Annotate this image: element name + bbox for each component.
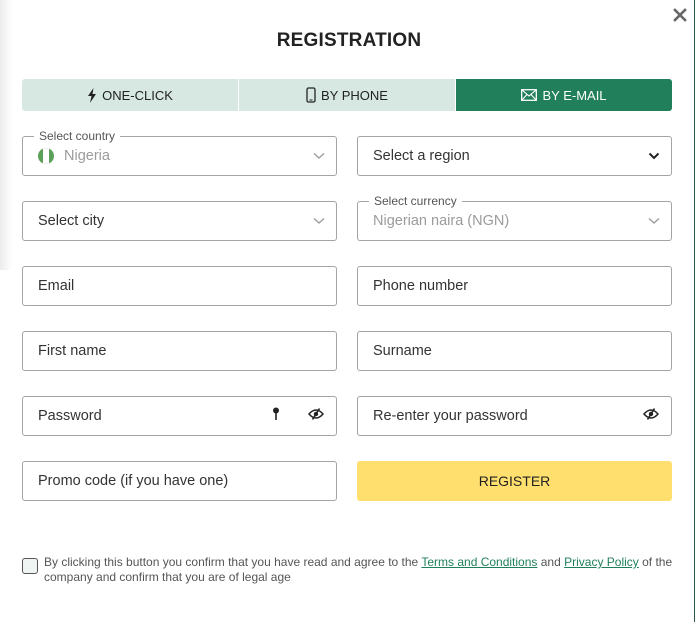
page-title: REGISTRATION [276, 30, 422, 51]
region-select[interactable]: Select a region [357, 136, 672, 176]
region-placeholder: Select a region [373, 148, 470, 164]
tab-label: ONE-CLICK [102, 87, 173, 103]
tab-label: BY E-MAIL [542, 87, 607, 103]
surname-placeholder: Surname [373, 343, 432, 359]
email-field[interactable]: Email [22, 266, 337, 306]
lightning-icon [88, 87, 97, 103]
currency-legend: Select currency [369, 194, 462, 208]
tab-by-phone[interactable]: BY PHONE [238, 79, 455, 111]
nigeria-flag-icon [38, 148, 54, 164]
surname-field[interactable]: Surname [357, 331, 672, 371]
promo-code-field[interactable]: Promo code (if you have one) [22, 461, 337, 501]
consent-text: By clicking this button you confirm that… [44, 555, 682, 584]
chevron-down-icon [647, 214, 661, 228]
close-button[interactable] [669, 4, 691, 26]
phone-icon [306, 87, 316, 103]
email-placeholder: Email [38, 278, 75, 294]
chevron-down-icon [312, 149, 326, 163]
country-value: Nigeria [64, 148, 110, 164]
first-name-placeholder: First name [38, 343, 107, 359]
tab-one-click[interactable]: ONE-CLICK [22, 79, 238, 111]
currency-select[interactable]: Select currency Nigerian naira (NGN) [357, 194, 672, 241]
chevron-down-icon [647, 149, 661, 163]
phone-placeholder: Phone number [373, 278, 469, 294]
eye-slash-icon[interactable] [308, 408, 324, 424]
consent-text-before: By clicking this button you confirm that… [44, 555, 422, 569]
promo-placeholder: Promo code (if you have one) [38, 473, 229, 489]
consent-checkbox[interactable] [22, 558, 38, 574]
register-button[interactable]: REGISTER [357, 461, 672, 501]
close-icon [673, 8, 687, 22]
password-field[interactable]: Password [22, 396, 337, 436]
consent-text-mid: and [537, 555, 565, 569]
chevron-down-icon [312, 214, 326, 228]
consent-row: By clicking this button you confirm that… [22, 555, 682, 584]
currency-value: Nigerian naira (NGN) [373, 213, 510, 229]
confirm-password-placeholder: Re-enter your password [373, 408, 528, 424]
city-placeholder: Select city [38, 213, 105, 229]
terms-link[interactable]: Terms and Conditions [421, 555, 537, 569]
eye-slash-icon[interactable] [643, 408, 659, 424]
tab-label: BY PHONE [321, 87, 388, 103]
password-placeholder: Password [38, 408, 102, 424]
dialog-edge [694, 0, 695, 622]
country-select[interactable]: Select country Nigeria [22, 129, 337, 176]
confirm-password-field[interactable]: Re-enter your password [357, 396, 672, 436]
country-legend: Select country [34, 129, 121, 143]
city-select[interactable]: Select city [22, 201, 337, 241]
first-name-field[interactable]: First name [22, 331, 337, 371]
tab-by-email[interactable]: BY E-MAIL [455, 79, 672, 111]
registration-method-tabs: ONE-CLICK BY PHONE BY E-MAIL [22, 79, 672, 111]
privacy-policy-link[interactable]: Privacy Policy [564, 555, 639, 569]
phone-number-field[interactable]: Phone number [357, 266, 672, 306]
key-icon[interactable] [272, 407, 280, 425]
envelope-icon [521, 89, 538, 101]
